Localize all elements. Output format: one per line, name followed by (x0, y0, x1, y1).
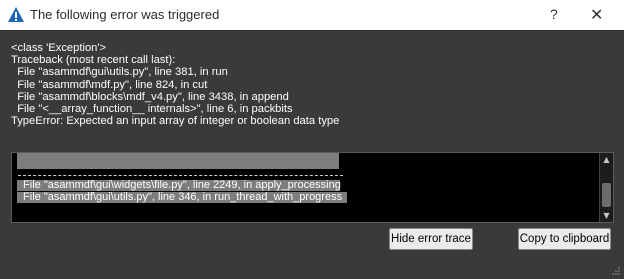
message-line: File "asammdf\blocks\mdf_v4.py", line 34… (11, 90, 289, 103)
vertical-scrollbar[interactable]: ▲ ▼ (599, 153, 613, 222)
separator-line (18, 175, 343, 176)
message-line: TypeError: Expected an input array of in… (11, 115, 340, 128)
help-button[interactable]: ? (550, 6, 558, 22)
resize-grip-icon[interactable] (611, 266, 621, 276)
error-trace-box[interactable]: File "asammdf\gui\widgets\file.py", line… (11, 152, 614, 223)
dialog-body: <class 'Exception'> Traceback (most rece… (0, 30, 624, 279)
close-button[interactable]: ✕ (590, 5, 603, 25)
trace-line: File "asammdf\gui\widgets\file.py", line… (20, 179, 341, 191)
scroll-thumb[interactable] (602, 183, 611, 207)
message-line: File "asammdf\mdf.py", line 824, in cut (11, 78, 208, 91)
error-message: <class 'Exception'> Traceback (most rece… (11, 42, 611, 127)
message-line: File "asammdf\gui\utils.py", line 381, i… (11, 66, 228, 79)
warning-icon (8, 7, 24, 22)
window-title: The following error was triggered (30, 7, 220, 22)
hide-error-trace-button[interactable]: Hide error trace (389, 228, 473, 250)
selection-highlight (17, 164, 339, 169)
message-line: File "<__array_function__ internals>", l… (11, 103, 293, 116)
trace-line: File "asammdf\gui\utils.py", line 346, i… (20, 191, 343, 203)
selection-highlight (17, 153, 339, 164)
scroll-up-icon[interactable]: ▲ (601, 154, 612, 165)
scroll-down-icon[interactable]: ▼ (601, 210, 612, 221)
title-bar: The following error was triggered ? ✕ (0, 0, 624, 30)
copy-to-clipboard-button[interactable]: Copy to clipboard (518, 228, 611, 250)
message-line: <class 'Exception'> (11, 42, 107, 54)
message-line: Traceback (most recent call last): (11, 54, 176, 67)
